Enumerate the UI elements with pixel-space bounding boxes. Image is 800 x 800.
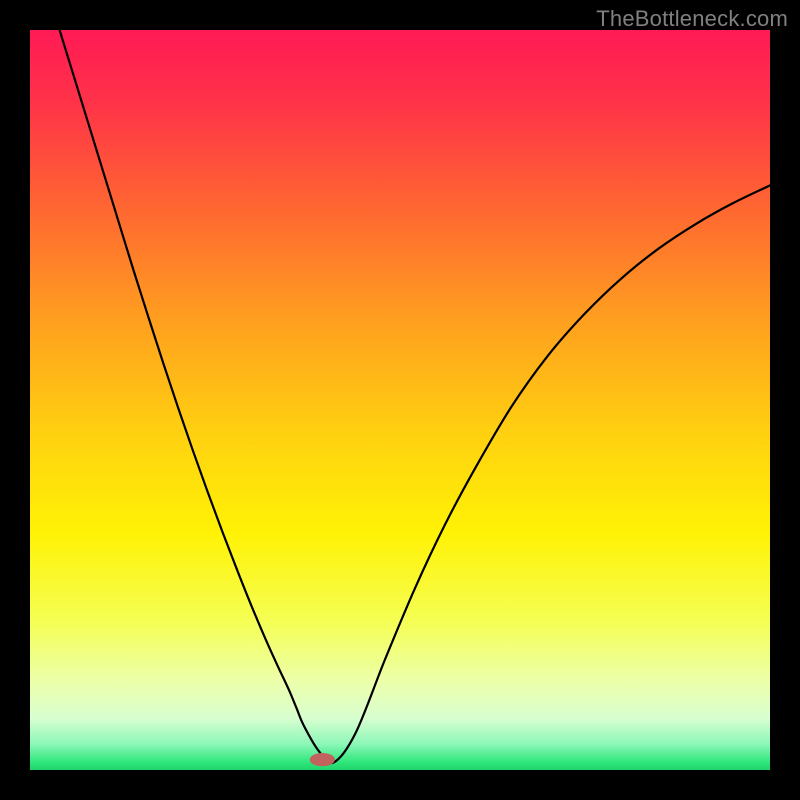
minimum-marker bbox=[310, 753, 335, 766]
watermark-text: TheBottleneck.com bbox=[596, 6, 788, 32]
gradient-background bbox=[30, 30, 770, 770]
chart-svg bbox=[30, 30, 770, 770]
outer-frame: TheBottleneck.com bbox=[0, 0, 800, 800]
chart-plot-area bbox=[30, 30, 770, 770]
